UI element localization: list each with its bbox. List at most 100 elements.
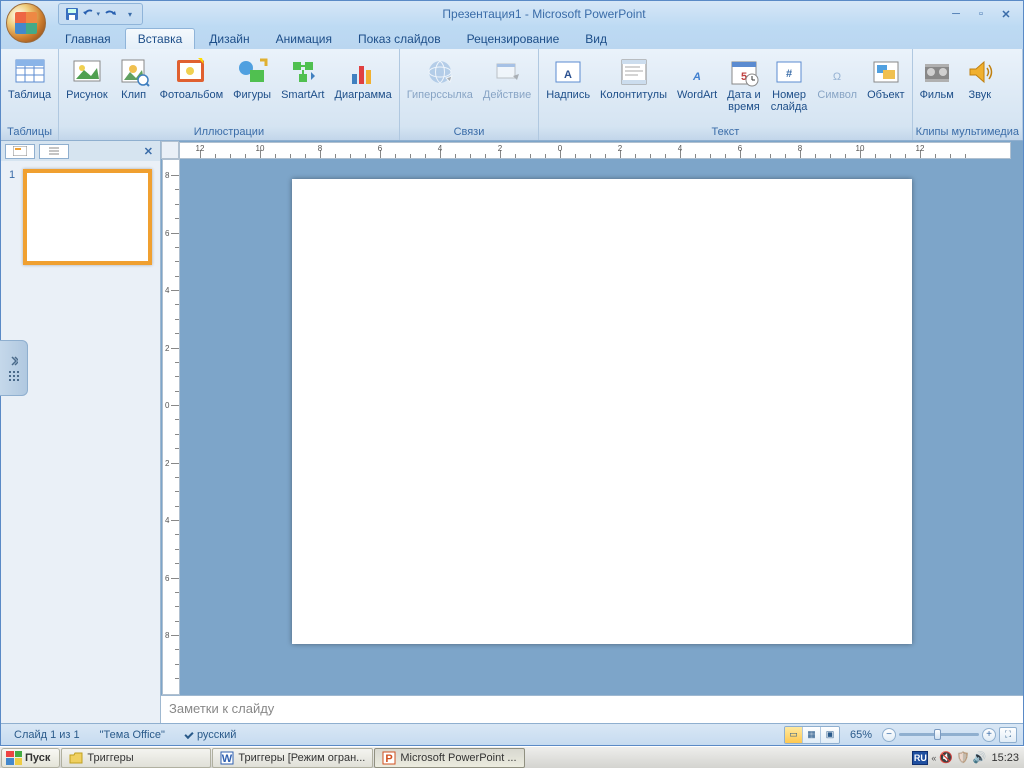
outline-tab[interactable] [39, 144, 69, 159]
hyperlink-button: Гиперссылка [403, 53, 477, 121]
start-button[interactable]: Пуск [1, 748, 60, 768]
task-pane-toggle[interactable] [0, 340, 28, 396]
tray-clock[interactable]: 15:23 [989, 752, 1019, 764]
group-label: Связи [403, 125, 536, 140]
svg-text:#: # [786, 68, 792, 80]
tab-вставка[interactable]: Вставка [125, 28, 196, 49]
slideshow-view-button[interactable]: ▣ [821, 727, 839, 743]
movie-button[interactable]: Фильм [916, 53, 958, 121]
zoom-percent[interactable]: 65% [843, 727, 879, 743]
view-buttons: ▭ ▦ ▣ [784, 726, 840, 744]
tray-chevron[interactable]: « [931, 753, 936, 763]
slidenumber-button[interactable]: #Номер слайда [767, 53, 812, 121]
minimize-button[interactable]: ─ [945, 5, 967, 23]
save-button[interactable] [63, 5, 81, 23]
smartart-button[interactable]: SmartArt [277, 53, 328, 121]
sorter-view-button[interactable]: ▦ [803, 727, 821, 743]
datetime-button[interactable]: 5Дата и время [723, 53, 765, 121]
taskbar-task[interactable]: WТриггеры [Режим огран... [212, 748, 373, 768]
svg-text:Ω: Ω [833, 71, 841, 83]
tray-icon[interactable]: 🛡️ [956, 751, 970, 764]
status-theme[interactable]: "Тема Office" [93, 727, 172, 743]
ribbon-tabs: ГлавнаяВставкаДизайнАнимацияПоказ слайдо… [1, 27, 1023, 49]
taskbar-task[interactable]: PMicrosoft PowerPoint ... [374, 748, 524, 768]
tray-language[interactable]: RU [912, 751, 928, 765]
slides-tab[interactable] [5, 144, 35, 159]
vertical-ruler[interactable]: 864202468 [162, 159, 180, 695]
tab-главная[interactable]: Главная [53, 29, 123, 49]
close-button[interactable]: ✕ [995, 5, 1017, 23]
status-bar: Слайд 1 из 1 "Тема Office" русский ▭ ▦ ▣… [1, 723, 1023, 745]
tab-показ слайдов[interactable]: Показ слайдов [346, 29, 453, 49]
wordart-icon: A [681, 56, 713, 88]
movie-icon [921, 56, 953, 88]
slide-canvas[interactable] [292, 179, 912, 644]
qat-customize[interactable]: ▾ [120, 5, 138, 23]
action-icon [491, 56, 523, 88]
maximize-button[interactable]: ▫ [970, 5, 992, 23]
table-icon [14, 56, 46, 88]
svg-text:A: A [564, 69, 572, 81]
clip-button[interactable]: Клип [114, 53, 154, 121]
fit-window-button[interactable]: ⛶ [999, 727, 1017, 743]
quick-access-toolbar: ▾ ▾ [58, 3, 143, 25]
tray-icon[interactable]: 🔇 [939, 751, 953, 764]
taskbar-task[interactable]: Триггеры [61, 748, 211, 768]
tab-вид[interactable]: Вид [573, 29, 619, 49]
slides-panel: ✕ 1 [1, 141, 161, 723]
shapes-button[interactable]: Фигуры [229, 53, 275, 121]
headerfooter-icon [618, 56, 650, 88]
undo-button[interactable]: ▾ [82, 5, 100, 23]
slide-viewport[interactable] [180, 159, 1023, 695]
textbox-button[interactable]: AНадпись [542, 53, 594, 121]
redo-button[interactable] [101, 5, 119, 23]
textbox-icon: A [552, 56, 584, 88]
table-button[interactable]: Таблица [4, 53, 55, 121]
normal-view-button[interactable]: ▭ [785, 727, 803, 743]
hyperlink-icon [424, 56, 456, 88]
smartart-icon [287, 56, 319, 88]
photoalbum-icon [175, 56, 207, 88]
zoom-slider: − + [882, 728, 996, 742]
symbol-button: ΩСимвол [813, 53, 861, 121]
sound-icon [964, 56, 996, 88]
object-icon [870, 56, 902, 88]
tray-icon[interactable]: 🔊 [973, 751, 987, 764]
ruler-corner [161, 141, 179, 159]
picture-button[interactable]: Рисунок [62, 53, 112, 121]
panel-close[interactable]: ✕ [141, 145, 156, 158]
group-label: Таблицы [4, 125, 55, 140]
zoom-track[interactable] [899, 733, 979, 736]
slide-thumbnail[interactable]: 1 [9, 169, 152, 265]
headerfooter-button[interactable]: Колонтитулы [596, 53, 671, 121]
datetime-icon: 5 [728, 56, 760, 88]
group-label: Иллюстрации [62, 125, 396, 140]
zoom-out-button[interactable]: − [882, 728, 896, 742]
system-tray: RU « 🔇 🛡️ 🔊 15:23 [908, 751, 1023, 765]
horizontal-ruler[interactable]: 12108642024681012 [179, 142, 1011, 159]
window-title: Презентация1 - Microsoft PowerPoint [143, 7, 945, 21]
tab-дизайн[interactable]: Дизайн [197, 29, 261, 49]
tab-рецензирование[interactable]: Рецензирование [455, 29, 572, 49]
status-slide-number[interactable]: Слайд 1 из 1 [7, 727, 87, 743]
symbol-icon: Ω [821, 56, 853, 88]
ribbon: Таблица Таблицы РисунокКлипФотоальбомФигур… [1, 49, 1023, 141]
slidenumber-icon: # [773, 56, 805, 88]
zoom-in-button[interactable]: + [982, 728, 996, 742]
zoom-thumb[interactable] [934, 729, 941, 740]
group-label: Клипы мультимедиа [916, 125, 1019, 140]
notes-pane[interactable]: Заметки к слайду [161, 695, 1023, 723]
chart-button[interactable]: Диаграмма [331, 53, 396, 121]
action-button: Действие [479, 53, 535, 121]
svg-text:P: P [386, 753, 393, 765]
tab-анимация[interactable]: Анимация [264, 29, 344, 49]
group-label: Текст [542, 125, 908, 140]
office-button[interactable] [6, 3, 46, 43]
status-language[interactable]: русский [178, 727, 243, 743]
shapes-icon [236, 56, 268, 88]
object-button[interactable]: Объект [863, 53, 908, 121]
sound-button[interactable]: Звук [960, 53, 1000, 121]
wordart-button[interactable]: AWordArt [673, 53, 721, 121]
svg-text:A: A [692, 71, 701, 83]
photoalbum-button[interactable]: Фотоальбом [156, 53, 228, 121]
